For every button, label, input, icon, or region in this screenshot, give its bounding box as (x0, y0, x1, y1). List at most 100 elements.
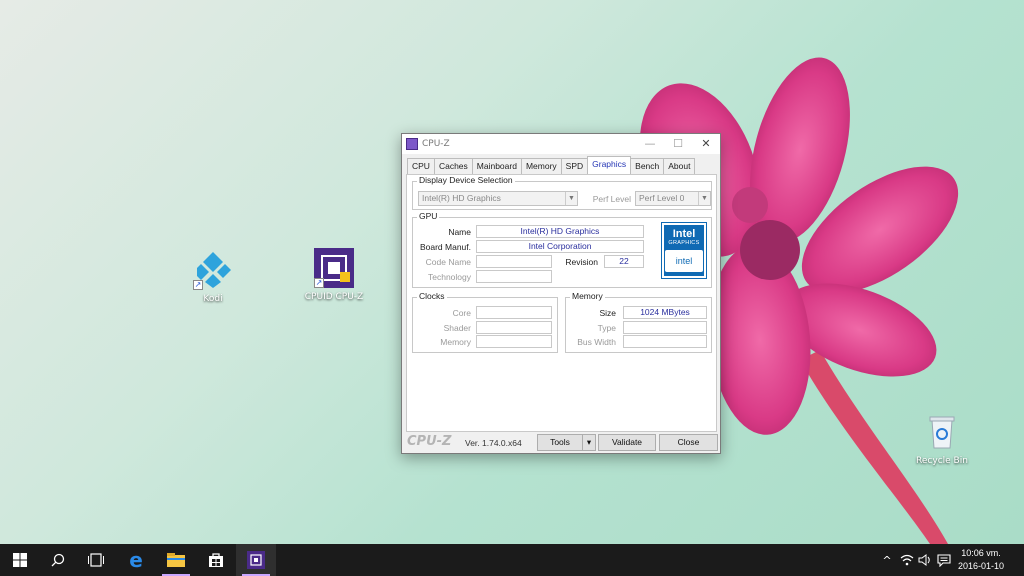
revision-label: Revision (565, 257, 598, 267)
folder-icon (167, 553, 185, 567)
group-legend: GPU (417, 211, 440, 221)
group-legend: Memory (570, 291, 605, 301)
core-clock-label: Core (452, 308, 471, 318)
tab-memory[interactable]: Memory (520, 158, 562, 174)
gpu-name-value: Intel(R) HD Graphics (476, 225, 644, 238)
perf-level-select[interactable]: Perf Level 0 ▼ (635, 191, 711, 206)
taskbar-cpuz[interactable] (236, 544, 276, 576)
clock-date: 2016-01-10 (957, 561, 1004, 571)
graphics-panel: Display Device Selection Intel(R) HD Gra… (406, 174, 717, 432)
clocks-group: Clocks Core Shader Memory (412, 291, 558, 353)
footer-bar: CPU-Z Ver. 1.74.0.x64 Tools ▾ Validate C… (402, 432, 720, 454)
validate-button[interactable]: Validate (598, 434, 656, 451)
memory-type-label: Type (597, 323, 616, 333)
group-legend: Display Device Selection (417, 175, 515, 185)
search-button[interactable] (38, 544, 78, 576)
taskbar-clock[interactable]: 10:06 vm. 2016-01-10 (958, 547, 1004, 573)
recycle-bin-icon (922, 412, 962, 452)
desktop-shortcut-cpuz[interactable]: ↗ CPUID CPU-Z (299, 248, 369, 302)
notification-icon (937, 553, 951, 567)
windows-logo-icon (13, 553, 27, 567)
desktop-icon-label: Kodi (203, 294, 223, 304)
chevron-down-icon: ▾ (586, 437, 592, 447)
code-name-label: Code Name (425, 257, 471, 267)
task-view-icon (88, 553, 104, 567)
search-icon (51, 553, 65, 567)
kodi-icon: ↗ (193, 250, 233, 290)
desktop-shortcut-kodi[interactable]: ↗ Kodi (178, 250, 248, 304)
store-icon (209, 553, 223, 567)
perf-level-value: Perf Level 0 (639, 193, 685, 203)
logo-brand: Intel (672, 228, 696, 240)
version-text: Ver. 1.74.0.x64 (465, 438, 522, 448)
memory-clock-value (476, 335, 552, 348)
minimize-button[interactable]: — (636, 134, 664, 154)
speaker-icon (918, 554, 930, 566)
display-device-group: Display Device Selection Intel(R) HD Gra… (412, 175, 712, 210)
chevron-down-icon: ▼ (565, 192, 577, 205)
volume-button[interactable] (916, 544, 934, 576)
taskbar: e ^ 10:06 vm. 2016-01-10 (0, 544, 1024, 576)
board-manuf-label: Board Manuf. (419, 242, 471, 252)
bus-width-label: Bus Width (577, 337, 616, 347)
taskbar-edge[interactable]: e (116, 544, 156, 576)
network-button[interactable] (898, 544, 916, 576)
display-device-value: Intel(R) HD Graphics (422, 193, 501, 203)
tab-caches[interactable]: Caches (433, 158, 473, 174)
perf-level-label: Perf Level (592, 194, 631, 204)
maximize-button[interactable]: ☐ (664, 134, 692, 154)
task-view-button[interactable] (76, 544, 116, 576)
desktop-icon-label: CPUID CPU-Z (304, 292, 364, 302)
close-button[interactable]: Close (659, 434, 718, 451)
logo-inner: intel (665, 250, 703, 272)
cpuz-app-icon (406, 138, 418, 150)
shader-clock-value (476, 321, 552, 334)
tab-graphics[interactable]: Graphics (587, 156, 632, 174)
technology-value (476, 270, 552, 283)
technology-label: Technology (427, 272, 471, 282)
clock-time: 10:06 vm. (961, 548, 1001, 558)
taskbar-store[interactable] (196, 544, 236, 576)
board-manuf-value: Intel Corporation (476, 240, 644, 253)
tab-bench[interactable]: Bench (630, 158, 665, 174)
action-center-button[interactable] (934, 544, 954, 576)
cpuz-icon (247, 551, 265, 569)
core-clock-value (476, 306, 552, 319)
window-titlebar[interactable]: CPU-Z — ☐ ✕ (402, 134, 720, 154)
tools-dropdown-button[interactable]: ▾ (582, 434, 596, 451)
memory-group: Memory Size 1024 MBytes Type Bus Width (565, 291, 712, 353)
cpuz-icon: ↗ (314, 248, 354, 288)
close-window-button[interactable]: ✕ (692, 134, 720, 154)
tools-button[interactable]: Tools (537, 434, 583, 451)
chevron-down-icon: ▼ (698, 192, 710, 205)
tab-cpu[interactable]: CPU (407, 158, 435, 174)
shader-clock-label: Shader (443, 323, 471, 333)
wifi-icon (900, 554, 914, 566)
tab-bar: CPU Caches Mainboard Memory SPD Graphics… (407, 156, 696, 174)
start-button[interactable] (0, 544, 40, 576)
tab-about[interactable]: About (663, 158, 696, 174)
intel-graphics-logo: Intel GRAPHICS intel (661, 222, 707, 279)
show-hidden-icons-button[interactable]: ^ (878, 544, 896, 576)
taskbar-file-explorer[interactable] (156, 544, 196, 576)
gpu-name-label: Name (448, 227, 471, 237)
cpuz-window: CPU-Z — ☐ ✕ CPU Caches Mainboard Memory … (401, 133, 721, 454)
revision-value: 22 (604, 255, 644, 268)
window-title: CPU-Z (422, 139, 450, 149)
desktop-icon-label: Recycle Bin (916, 456, 968, 466)
bus-width-value (623, 335, 707, 348)
code-name-value (476, 255, 552, 268)
memory-type-value (623, 321, 707, 334)
memory-clock-label: Memory (440, 337, 471, 347)
chevron-up-icon: ^ (882, 553, 892, 567)
logo-sub: GRAPHICS (668, 240, 700, 246)
cpuz-brand: CPU-Z (407, 434, 452, 449)
edge-browser-icon: e (129, 548, 143, 572)
memory-size-label: Size (599, 308, 616, 318)
display-device-select[interactable]: Intel(R) HD Graphics ▼ (418, 191, 578, 206)
group-legend: Clocks (417, 291, 447, 301)
desktop-recycle-bin[interactable]: Recycle Bin (907, 412, 977, 466)
memory-size-value: 1024 MBytes (623, 306, 707, 319)
tab-spd[interactable]: SPD (560, 158, 589, 174)
tab-mainboard[interactable]: Mainboard (471, 158, 522, 174)
